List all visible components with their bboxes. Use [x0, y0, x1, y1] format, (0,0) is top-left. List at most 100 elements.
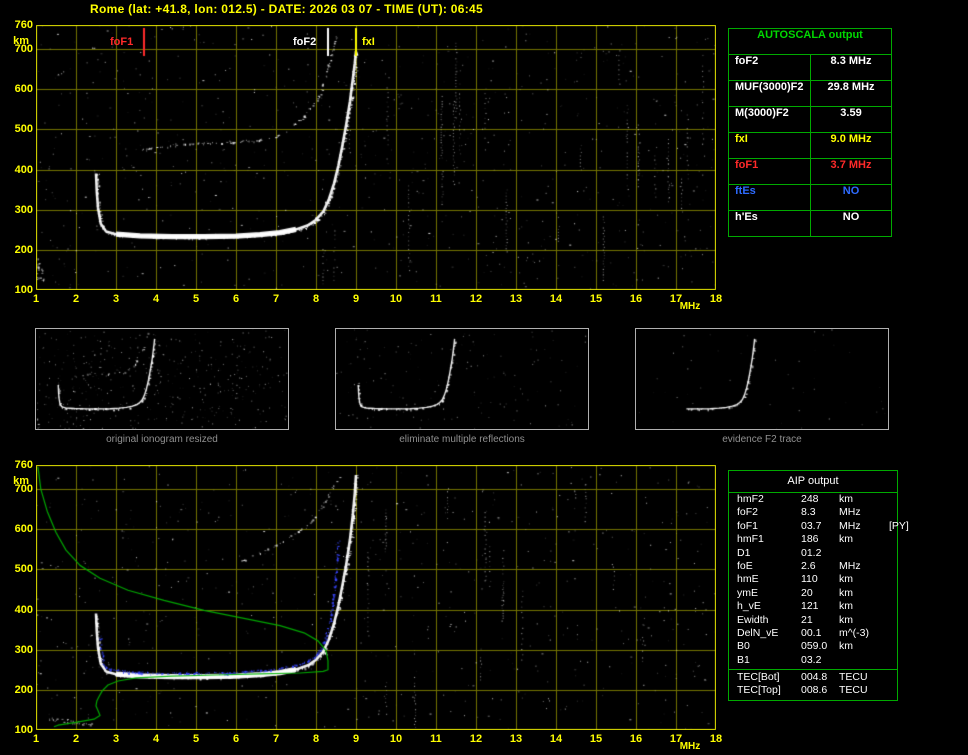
x-tick-label: 4: [147, 733, 165, 745]
thumbnail-caption: eliminate multiple reflections: [335, 434, 589, 445]
autoscala-row-h'Es: h'EsNO: [729, 211, 891, 236]
x-tick-label: 9: [347, 293, 365, 305]
aip-row-DelN_vE: DelN_vE00.1m^(-3): [729, 627, 897, 640]
aip-unit: km: [839, 640, 867, 653]
aip-val: 004.8: [801, 671, 839, 684]
x-tick-label: 11: [427, 293, 445, 305]
aip-val: 248: [801, 493, 839, 506]
aip-val: 059.0: [801, 640, 839, 653]
x-tick-label: 10: [387, 293, 405, 305]
aip-row-hmF2: hmF2248km: [729, 493, 897, 506]
aip-row-foF2: foF28.3MHz: [729, 506, 897, 519]
aip-unit: [839, 654, 867, 667]
marker-label-foF1: foF1: [110, 36, 133, 48]
top-ionogram-canvas: [36, 25, 716, 290]
x-tick-label: 8: [307, 733, 325, 745]
aip-name: TEC[Bot]: [737, 671, 801, 684]
x-tick-label: 7: [267, 733, 285, 745]
y-tick-label: 400: [2, 164, 33, 176]
x-tick-label: 1: [27, 293, 45, 305]
aip-name: TEC[Top]: [737, 684, 801, 697]
aip-row-TEC[Bot]: TEC[Bot]004.8TECU: [729, 671, 897, 684]
aip-val: 186: [801, 533, 839, 546]
aip-extra: [867, 533, 897, 546]
autoscala-row-value: 29.8 MHz: [811, 81, 891, 106]
aip-val: 008.6: [801, 684, 839, 697]
aip-row-B1: B103.2: [729, 654, 897, 667]
y-tick-label: 200: [2, 244, 33, 256]
x-tick-label: 18: [707, 733, 725, 745]
aip-row-hmE: hmE110km: [729, 573, 897, 586]
y-axis-unit: km: [2, 475, 29, 487]
autoscala-output-table: AUTOSCALA output foF28.3 MHzMUF(3000)F22…: [728, 28, 892, 237]
aip-unit: km: [839, 573, 867, 586]
window-title: Rome (lat: +41.8, lon: 012.5) - DATE: 20…: [90, 2, 483, 16]
aip-unit: MHz: [839, 506, 867, 519]
autoscala-row-label: foF1: [729, 159, 811, 184]
autoscala-row-label: h'Es: [729, 211, 811, 236]
aip-row-B0: B0059.0km: [729, 640, 897, 653]
aip-output-panel: AIP output hmF2248kmfoF28.3MHzfoF103.7MH…: [728, 470, 898, 701]
aip-unit: km: [839, 600, 867, 613]
thumbnail-original-ionogram: [35, 328, 289, 430]
aip-val: 00.1: [801, 627, 839, 640]
autoscala-row-ftEs: ftEsNO: [729, 185, 891, 211]
aip-unit: km: [839, 587, 867, 600]
aip-extra: [867, 671, 897, 684]
y-tick-label: 500: [2, 123, 33, 135]
aip-val: 110: [801, 573, 839, 586]
autoscala-row-label: ftEs: [729, 185, 811, 210]
autoscala-row-value: 9.0 MHz: [811, 133, 891, 158]
aip-extra: [867, 614, 897, 627]
aip-tec-rows: TEC[Bot]004.8TECUTEC[Top]008.6TECU: [729, 671, 897, 698]
aip-extra: [867, 587, 897, 600]
y-tick-label: 400: [2, 604, 33, 616]
y-tick-label: 500: [2, 563, 33, 575]
x-tick-label: 15: [587, 293, 605, 305]
y-tick-label: 600: [2, 523, 33, 535]
x-tick-label: 10: [387, 733, 405, 745]
x-tick-label: 16: [627, 293, 645, 305]
aip-extra: [867, 684, 897, 697]
x-tick-label: 4: [147, 293, 165, 305]
x-tick-label: 6: [227, 293, 245, 305]
aip-row-ymE: ymE20km: [729, 587, 897, 600]
aip-row-D1: D101.2: [729, 547, 897, 560]
aip-unit: TECU: [839, 684, 867, 697]
autoscala-row-MUF(3000)F2: MUF(3000)F229.8 MHz: [729, 81, 891, 107]
aip-name: hmF1: [737, 533, 801, 546]
x-tick-label: 2: [67, 293, 85, 305]
x-tick-label: 12: [467, 293, 485, 305]
aip-val: 20: [801, 587, 839, 600]
aip-name: DelN_vE: [737, 627, 801, 640]
aip-val: 21: [801, 614, 839, 627]
marker-label-fxI: fxI: [362, 36, 375, 48]
aip-name: foE: [737, 560, 801, 573]
aip-val: 2.6: [801, 560, 839, 573]
x-tick-label: 7: [267, 293, 285, 305]
aip-unit: [839, 547, 867, 560]
aip-rows: hmF2248kmfoF28.3MHzfoF103.7MHz[PY]hmF118…: [729, 493, 897, 667]
x-tick-label: 3: [107, 733, 125, 745]
autoscala-row-label: fxI: [729, 133, 811, 158]
y-tick-label: 600: [2, 83, 33, 95]
aip-name: foF1: [737, 520, 801, 533]
aip-name: B0: [737, 640, 801, 653]
aip-extra: [867, 654, 897, 667]
x-tick-label: 14: [547, 293, 565, 305]
aip-extra: [867, 506, 897, 519]
autoscala-row-M(3000)F2: M(3000)F23.59: [729, 107, 891, 133]
x-tick-label: 13: [507, 733, 525, 745]
aip-unit: km: [839, 614, 867, 627]
aip-row-hmF1: hmF1186km: [729, 533, 897, 546]
autoscala-row-label: M(3000)F2: [729, 107, 811, 132]
aip-name: hmF2: [737, 493, 801, 506]
aip-row-Ewidth: Ewidth21km: [729, 614, 897, 627]
marker-label-foF2: foF2: [293, 36, 316, 48]
x-tick-label: 3: [107, 293, 125, 305]
autoscala-row-value: 3.59: [811, 107, 891, 132]
x-tick-label: 16: [627, 733, 645, 745]
aip-name: foF2: [737, 506, 801, 519]
autoscala-row-value: 8.3 MHz: [811, 55, 891, 80]
x-tick-label: 15: [587, 733, 605, 745]
